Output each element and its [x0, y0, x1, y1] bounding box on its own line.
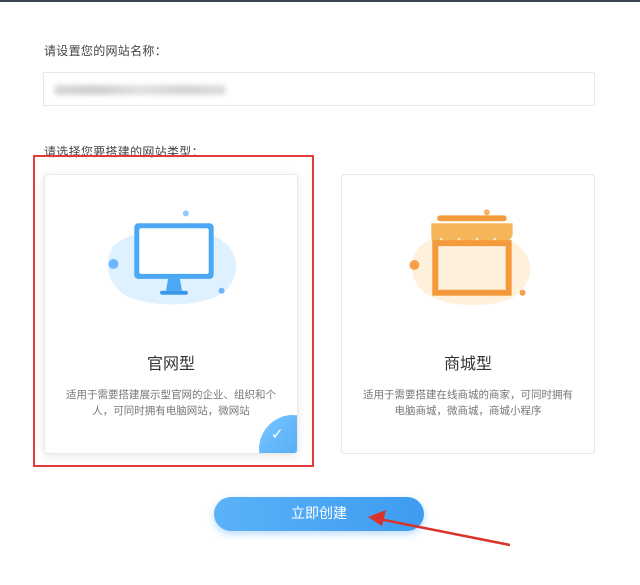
card-official-site[interactable]: 官网型 适用于需要搭建展示型官网的企业、组织和个人，可同时拥有电脑网站，微网站 …: [44, 174, 298, 454]
top-bar: [0, 0, 640, 2]
red-arrow-annotation: [368, 510, 511, 547]
storefront-icon: [409, 209, 531, 306]
card-official-title: 官网型: [146, 354, 195, 373]
selected-badge: ✓: [259, 415, 297, 453]
card-mall-site[interactable]: 商城型 适用于需要搭建在线商城的商家，可同时拥有电脑商城，微商城，商城小程序: [341, 174, 595, 454]
card-mall-description: 适用于需要搭建在线商城的商家，可同时拥有电脑商城，微商城，商城小程序: [363, 389, 573, 417]
site-name-input[interactable]: [43, 72, 595, 106]
site-name-label: 请设置您的网站名称：: [44, 44, 168, 58]
monitor-icon: [107, 210, 237, 305]
site-type-label: 请选择您要搭建的网站类型：: [44, 145, 204, 159]
card-official-description: 适用于需要搭建展示型官网的企业、组织和个人，可同时拥有电脑网站，微网站: [66, 389, 276, 417]
card-mall-title: 商城型: [443, 354, 492, 373]
check-icon: ✓: [271, 425, 284, 443]
blurred-site-name: [54, 85, 226, 95]
